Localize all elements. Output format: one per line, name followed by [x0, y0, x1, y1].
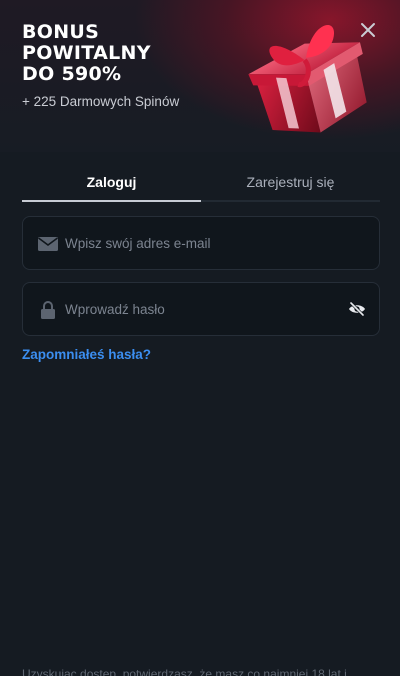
password-input[interactable] [65, 283, 339, 335]
email-input[interactable] [65, 217, 339, 269]
email-field[interactable] [22, 216, 380, 270]
tab-register[interactable]: Zarejestruj się [201, 168, 380, 200]
free-spins-subtitle: + 225 Darmowych Spinów [22, 94, 180, 109]
bonus-title-line: BONUS [22, 21, 100, 43]
legal-disclaimer: Uzyskując dostęp, potwierdzasz, że masz … [22, 667, 347, 676]
envelope-icon [38, 237, 58, 251]
close-icon[interactable] [358, 20, 378, 40]
tab-login[interactable]: Zaloguj [22, 168, 201, 202]
bonus-title-line: POWITALNY [22, 42, 151, 64]
bonus-title: BONUS POWITALNY DO 590% [22, 22, 222, 85]
auth-tabs: Zaloguj Zarejestruj się [22, 168, 380, 202]
forgot-password-link[interactable]: Zapomniałeś hasła? [22, 347, 151, 362]
login-modal: BONUS POWITALNY DO 590% + 225 Darmowych … [0, 0, 400, 676]
bonus-title-line: DO 590% [22, 63, 122, 85]
password-field[interactable] [22, 282, 380, 336]
lock-icon [41, 301, 55, 319]
welcome-bonus-banner: BONUS POWITALNY DO 590% + 225 Darmowych … [0, 0, 400, 152]
eye-slash-icon[interactable] [348, 301, 366, 317]
